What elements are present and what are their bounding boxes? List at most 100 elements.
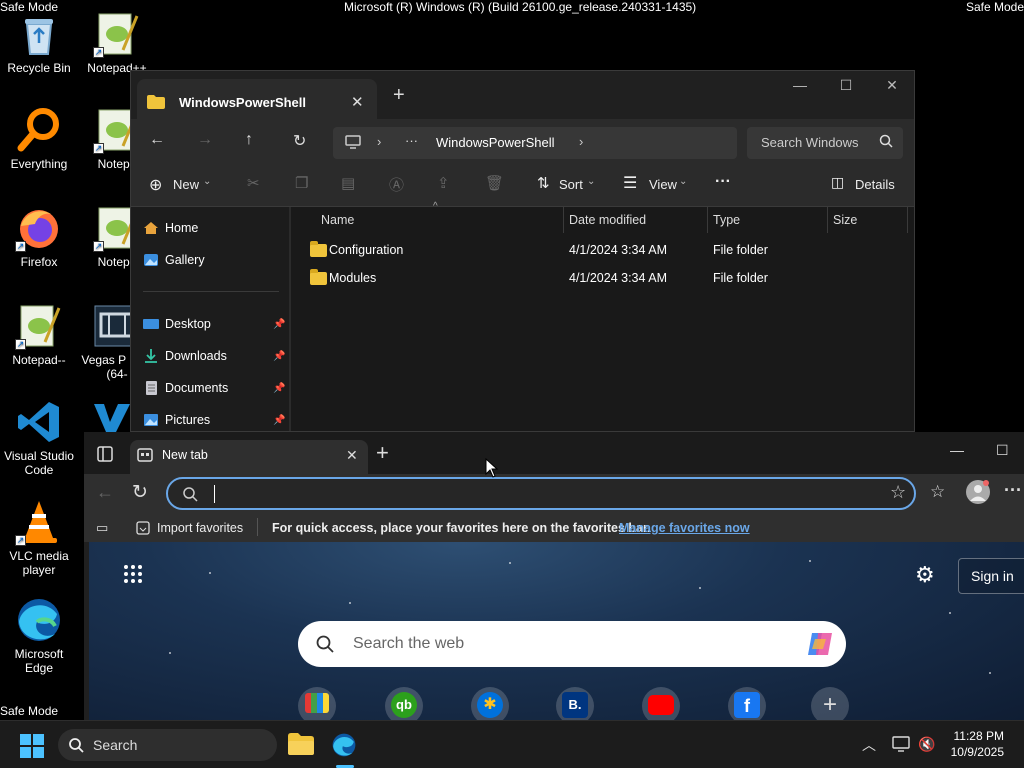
import-icon bbox=[136, 521, 150, 538]
settings-gear-icon[interactable]: ⚙ bbox=[915, 562, 935, 588]
network-icon[interactable] bbox=[892, 736, 910, 757]
refresh-icon[interactable]: ↻ bbox=[293, 131, 306, 151]
nav-item-downloads[interactable]: Downloads bbox=[145, 349, 227, 363]
column-header-type[interactable]: Type bbox=[713, 213, 740, 227]
favorites-icon[interactable]: ☆ bbox=[930, 482, 945, 502]
back-arrow-icon[interactable]: ← bbox=[96, 482, 114, 503]
new-button[interactable]: New bbox=[173, 177, 199, 192]
nav-item-documents[interactable]: Documents bbox=[146, 381, 228, 395]
nav-item-label: Pictures bbox=[165, 413, 211, 427]
close-window-button[interactable]: ✕ bbox=[869, 77, 914, 94]
file-type: File folder bbox=[713, 271, 768, 285]
explorer-navigation-pane: Home Gallery Desktop 📌 Downloads 📌 Docum… bbox=[131, 207, 289, 431]
breadcrumb-current-folder[interactable]: WindowsPowerShell bbox=[436, 135, 555, 150]
quick-link-booking[interactable]: B. bbox=[556, 687, 594, 720]
details-button[interactable]: Details bbox=[855, 177, 895, 192]
new-tab-button[interactable]: + bbox=[393, 84, 405, 107]
maximize-button[interactable]: ☐ bbox=[823, 77, 869, 94]
maximize-button[interactable]: ☐ bbox=[996, 442, 1009, 459]
paste-icon[interactable]: ▤ bbox=[341, 174, 355, 192]
quick-link-quickbooks[interactable]: qb bbox=[385, 687, 423, 720]
desktop-icon-notepad-plus[interactable]: ↗ Notepad++ bbox=[78, 10, 156, 75]
copilot-icon[interactable] bbox=[806, 631, 834, 662]
desktop-icon-recycle-bin[interactable]: Recycle Bin bbox=[0, 10, 78, 75]
nav-item-home[interactable]: Home bbox=[144, 221, 199, 235]
column-separator[interactable] bbox=[907, 207, 908, 233]
column-header-size[interactable]: Size bbox=[833, 213, 857, 227]
more-menu-icon[interactable]: ··· bbox=[1004, 480, 1022, 501]
delete-icon[interactable]: 🗑 bbox=[485, 174, 504, 192]
minimize-button[interactable]: — bbox=[950, 442, 964, 458]
view-button[interactable]: View bbox=[649, 177, 677, 192]
sort-button[interactable]: Sort bbox=[559, 177, 583, 192]
edge-browser-window[interactable]: New tab ✕ + — ☐ ← ↻ ☆ ☆ ··· ▭ Import fav… bbox=[84, 432, 1024, 720]
close-tab-icon[interactable]: ✕ bbox=[351, 93, 364, 111]
apps-launcher-icon[interactable] bbox=[123, 564, 143, 589]
table-row[interactable]: Modules 4/1/2024 3:34 AM File folder bbox=[291, 265, 911, 291]
walmart-icon: ✱ bbox=[477, 692, 503, 718]
cut-icon[interactable]: ✂ bbox=[247, 174, 260, 192]
desktop-icon-firefox[interactable]: ↗ Firefox bbox=[0, 204, 78, 269]
minimize-button[interactable]: — bbox=[777, 77, 823, 93]
import-favorites-button[interactable]: Import favorites bbox=[157, 521, 243, 535]
quick-link-walmart[interactable]: ✱ bbox=[471, 687, 509, 720]
explorer-tab[interactable]: WindowsPowerShell ✕ bbox=[137, 79, 377, 119]
web-search-box[interactable]: Search the web bbox=[298, 621, 846, 667]
see-more-button[interactable]: ··· bbox=[715, 173, 731, 191]
nav-item-gallery[interactable]: Gallery bbox=[144, 253, 205, 267]
file-type: File folder bbox=[713, 243, 768, 257]
desktop-icon-vscode[interactable]: Visual Studio Code bbox=[0, 398, 78, 477]
quick-link-youtube[interactable]: ▶ bbox=[642, 687, 680, 720]
column-header-name[interactable]: Name bbox=[321, 213, 354, 227]
breadcrumb-more[interactable]: ··· bbox=[405, 133, 418, 148]
tab-actions-icon[interactable] bbox=[97, 446, 113, 467]
desktop-icon-everything[interactable]: Everything bbox=[0, 106, 78, 171]
safe-mode-label-bottom-left: Safe Mode bbox=[0, 704, 59, 718]
nav-item-label: Downloads bbox=[165, 349, 227, 363]
star-dot bbox=[169, 652, 171, 654]
nav-item-desktop[interactable]: Desktop bbox=[143, 317, 211, 331]
share-icon[interactable]: ⇪ bbox=[437, 174, 450, 192]
taskbar-date[interactable]: 10/9/2025 bbox=[948, 745, 1004, 759]
back-arrow-icon[interactable]: ← bbox=[149, 131, 165, 149]
edge-tab-new-tab[interactable]: New tab ✕ bbox=[130, 440, 368, 474]
new-tab-button[interactable]: + bbox=[376, 440, 389, 466]
column-separator[interactable] bbox=[707, 207, 708, 233]
column-separator[interactable] bbox=[827, 207, 828, 233]
profile-avatar[interactable] bbox=[966, 480, 990, 504]
favorite-star-icon[interactable]: ☆ bbox=[890, 482, 906, 503]
taskbar-time[interactable]: 11:28 PM bbox=[948, 729, 1004, 743]
file-explorer-window[interactable]: WindowsPowerShell ✕ + — ☐ ✕ ← → ↑ ↻ › ··… bbox=[130, 70, 915, 432]
desktop-icon-vlc[interactable]: ↗ VLC media player bbox=[0, 498, 78, 577]
edge-taskbar-icon[interactable] bbox=[331, 732, 357, 763]
desktop-icon-edge[interactable]: Microsoft Edge bbox=[0, 596, 78, 675]
chevron-up-icon[interactable]: ︿ bbox=[862, 735, 876, 755]
address-breadcrumb[interactable]: › ··· WindowsPowerShell › bbox=[333, 127, 737, 159]
explorer-search-box[interactable]: Search Windows bbox=[747, 127, 903, 159]
close-tab-icon[interactable]: ✕ bbox=[346, 447, 358, 464]
quick-link-add[interactable]: + bbox=[811, 687, 849, 720]
up-arrow-icon[interactable]: ↑ bbox=[245, 131, 253, 149]
volume-muted-icon[interactable]: 🔇 bbox=[918, 736, 935, 753]
column-header-date[interactable]: Date modified bbox=[569, 213, 646, 227]
taskbar-search-box[interactable]: Search bbox=[58, 729, 277, 761]
nav-item-pictures[interactable]: Pictures bbox=[144, 413, 211, 427]
file-explorer-taskbar-icon[interactable] bbox=[288, 733, 314, 760]
desktop-icon-notepad-minus[interactable]: ↗ Notepad-- bbox=[0, 302, 78, 367]
copy-icon[interactable]: ❐ bbox=[295, 174, 308, 192]
address-bar[interactable]: ☆ bbox=[166, 477, 916, 510]
quick-link-facebook[interactable]: f bbox=[728, 687, 766, 720]
rename-icon[interactable]: Ⓐ bbox=[389, 174, 404, 195]
column-separator[interactable] bbox=[563, 207, 564, 233]
sign-in-button[interactable]: Sign in bbox=[958, 558, 1024, 594]
pictures-icon bbox=[143, 413, 159, 427]
table-row[interactable]: Configuration 4/1/2024 3:34 AM File fold… bbox=[291, 237, 911, 263]
forward-arrow-icon[interactable]: → bbox=[197, 131, 213, 149]
manage-favorites-link[interactable]: Manage favorites now bbox=[619, 521, 750, 535]
desktop-icon-label: VLC media player bbox=[9, 549, 69, 577]
nav-item-label: Home bbox=[165, 221, 199, 235]
refresh-icon[interactable]: ↻ bbox=[132, 481, 148, 504]
collections-icon[interactable]: ▭ bbox=[96, 520, 108, 536]
quick-link-shopping[interactable] bbox=[298, 687, 336, 720]
windows-start-icon[interactable] bbox=[20, 734, 44, 763]
